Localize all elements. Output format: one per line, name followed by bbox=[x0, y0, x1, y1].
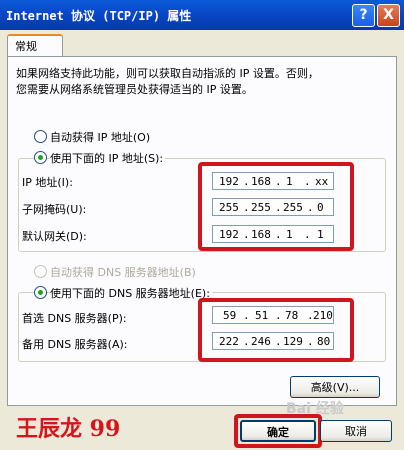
close-button[interactable]: X bbox=[377, 4, 400, 27]
advanced-button[interactable]: 高级(V)... bbox=[290, 376, 380, 398]
tab-general[interactable]: 常规 bbox=[7, 34, 63, 56]
help-button[interactable]: ? bbox=[352, 4, 375, 27]
manual-dns-label: 使用下面的 DNS 服务器地址(E): bbox=[50, 285, 212, 301]
auto-ip-radio[interactable] bbox=[34, 130, 47, 143]
manual-dns-radio[interactable] bbox=[34, 286, 47, 299]
description-text: 如果网络支持此功能，则可以获取自动指派的 IP 设置。否则， 您需要从网络系统管… bbox=[16, 67, 319, 96]
signature-annotation: 王辰龙 99 bbox=[16, 416, 121, 442]
cancel-button[interactable]: 取消 bbox=[320, 420, 392, 442]
dns-highlight-box bbox=[198, 298, 354, 362]
tab-general-label: 常规 bbox=[15, 40, 37, 53]
manual-ip-label: 使用下面的 IP 地址(S): bbox=[50, 150, 166, 166]
manual-ip-radio[interactable] bbox=[34, 151, 47, 164]
auto-dns-radio[interactable] bbox=[34, 265, 47, 278]
gateway-label: 默认网关(D): bbox=[22, 230, 87, 243]
window-title: Internet 协议 (TCP/IP) 属性 bbox=[6, 9, 192, 23]
alternate-dns-label: 备用 DNS 服务器(A): bbox=[22, 338, 128, 351]
ok-highlight-box bbox=[234, 414, 322, 448]
ip-address-label: IP 地址(I): bbox=[22, 176, 73, 189]
title-bar: Internet 协议 (TCP/IP) 属性 ? X bbox=[0, 0, 404, 30]
ip-highlight-box bbox=[198, 162, 354, 251]
auto-dns-label: 自动获得 DNS 服务器地址(B) bbox=[50, 266, 196, 279]
preferred-dns-label: 首选 DNS 服务器(P): bbox=[22, 312, 127, 325]
subnet-mask-label: 子网掩码(U): bbox=[22, 203, 87, 216]
auto-ip-label: 自动获得 IP 地址(O) bbox=[50, 131, 151, 144]
